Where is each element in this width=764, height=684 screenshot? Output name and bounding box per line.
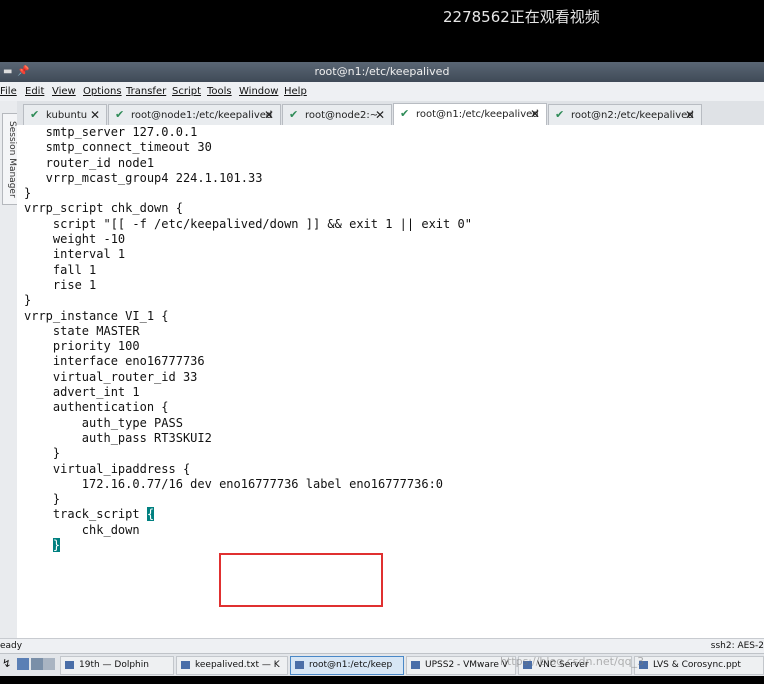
terminal-line: } [24,446,61,461]
terminal-line: vrrp_instance VI_1 { [24,308,169,323]
task-label: 19th — Dolphin [79,660,149,670]
terminal-line: chk_down [24,522,140,537]
terminal-line: } [24,293,32,308]
window-icon [411,661,420,669]
menu-view[interactable]: View [52,86,76,97]
terminal-line: state MASTER [24,323,140,338]
taskbar: ↯ 19th — Dolphin keepalived.txt — K root… [0,653,764,676]
viewer-banner: 2278562正在观看视频 [0,0,764,62]
terminal-line: smtp_connect_timeout 30 [24,140,212,155]
task-keepalived-txt[interactable]: keepalived.txt — K [176,656,288,675]
menu-bar: File Edit View Options Transfer Script T… [0,82,764,102]
connected-check-icon: ✔ [115,108,125,121]
tab-label: root@n2:/etc/keepalived [571,110,694,121]
highlight-annotation-box [219,553,383,607]
terminal-line: } [24,186,32,201]
close-tab-icon[interactable]: ✕ [375,108,385,122]
terminal-line: smtp_server 127.0.0.1 [24,125,198,139]
task-label: root@n1:/etc/keep [309,660,393,670]
session-manager-tab[interactable]: Session Manager [2,113,18,205]
terminal-line: script "[[ -f /etc/keepalived/down ]] &&… [24,216,472,231]
close-tab-icon[interactable]: ✕ [530,107,540,121]
task-label: LVS & Corosync.ppt [653,660,741,670]
session-manager-panel: Session Manager [0,101,18,641]
menu-tools[interactable]: Tools [207,86,232,97]
tab-n1-keepalived[interactable]: ✔ root@n1:/etc/keepalived ✕ [393,103,547,126]
terminal-line: authentication { [24,400,169,415]
terminal-line: track_script { [24,507,155,522]
terminal-line: interval 1 [24,247,126,262]
terminal-line: } [24,538,472,553]
connected-check-icon: ✔ [30,108,40,121]
terminal-line: 172.16.0.77/16 dev eno16777736 label eno… [24,476,444,491]
tab-label: root@n1:/etc/keepalived [416,109,539,120]
menu-options[interactable]: Options [83,86,122,97]
connected-check-icon: ✔ [289,108,299,121]
window-icon [65,661,74,669]
task-label: keepalived.txt — K [195,660,280,670]
status-text: eady [0,641,23,651]
pager-icon[interactable] [43,658,55,670]
terminal-line: virtual_ipaddress { [24,461,191,476]
menu-file[interactable]: File [0,86,17,97]
session-tab-bar: ✔ kubuntu ✕ ✔ root@node1:/etc/keepalived… [17,101,764,126]
tab-kubuntu[interactable]: ✔ kubuntu ✕ [23,104,107,125]
pager-icon[interactable] [31,658,43,670]
desktop-icon[interactable] [17,658,29,670]
window-icon [181,661,190,669]
text-cursor: { [146,507,155,522]
terminal-line: interface eno16777736 [24,354,205,369]
close-tab-icon[interactable]: ✕ [264,108,274,122]
tab-label: root@node2:~ [305,110,379,121]
terminal-line: auth_type PASS [24,415,183,430]
app-launcher-icon[interactable]: ↯ [2,658,14,670]
terminal-line: rise 1 [24,277,97,292]
watermark: https://blog.csdn.net/qq_3 [500,655,645,668]
task-terminal[interactable]: root@n1:/etc/keep [290,656,404,675]
terminal-area[interactable]: smtp_server 127.0.0.1 smtp_connect_timeo… [17,125,764,638]
menu-window[interactable]: Window [239,86,278,97]
menu-script[interactable]: Script [172,86,201,97]
terminal-line: router_id node1 [24,155,155,170]
tab-label: kubuntu [46,110,88,121]
menu-transfer[interactable]: Transfer [126,86,166,97]
connection-info: ssh2: AES-2 [710,641,764,651]
terminal-line: weight -10 [24,232,126,247]
close-tab-icon[interactable]: ✕ [90,108,100,122]
task-dolphin[interactable]: 19th — Dolphin [60,656,174,675]
terminal-line: priority 100 [24,339,140,354]
window-titlebar[interactable]: ▬ 📌 root@n1:/etc/keepalived [0,62,764,82]
window-icon [295,661,304,669]
task-label: UPSS2 - VMware V [425,660,508,670]
terminal-line: fall 1 [24,262,97,277]
terminal-line: vrrp_script chk_down { [24,201,183,216]
terminal-line: advert_int 1 [24,385,140,400]
terminal-line: auth_pass RT3SKUI2 [24,430,212,445]
terminal-text: smtp_server 127.0.0.1 smtp_connect_timeo… [24,125,472,553]
text-cursor: } [52,538,61,553]
connected-check-icon: ✔ [400,107,410,120]
viewer-banner-text: 2278562正在观看视频 [443,8,600,26]
tab-node1-keepalived[interactable]: ✔ root@node1:/etc/keepalived ✕ [108,104,281,125]
tab-label: root@node1:/etc/keepalived [131,110,273,121]
window-title: root@n1:/etc/keepalived [314,65,450,78]
terminal-line: } [24,492,61,507]
menu-edit[interactable]: Edit [25,86,44,97]
tab-node2[interactable]: ✔ root@node2:~ ✕ [282,104,392,125]
bottom-strip [0,676,764,684]
connected-check-icon: ✔ [555,108,565,121]
terminal-line: virtual_router_id 33 [24,369,198,384]
status-bar: eady ssh2: AES-2 [0,638,764,653]
terminal-line: vrrp_mcast_group4 224.1.101.33 [24,170,263,185]
menu-help[interactable]: Help [284,86,307,97]
task-ppt[interactable]: LVS & Corosync.ppt [634,656,764,675]
close-tab-icon[interactable]: ✕ [685,108,695,122]
tab-n2-keepalived[interactable]: ✔ root@n2:/etc/keepalived ✕ [548,104,702,125]
